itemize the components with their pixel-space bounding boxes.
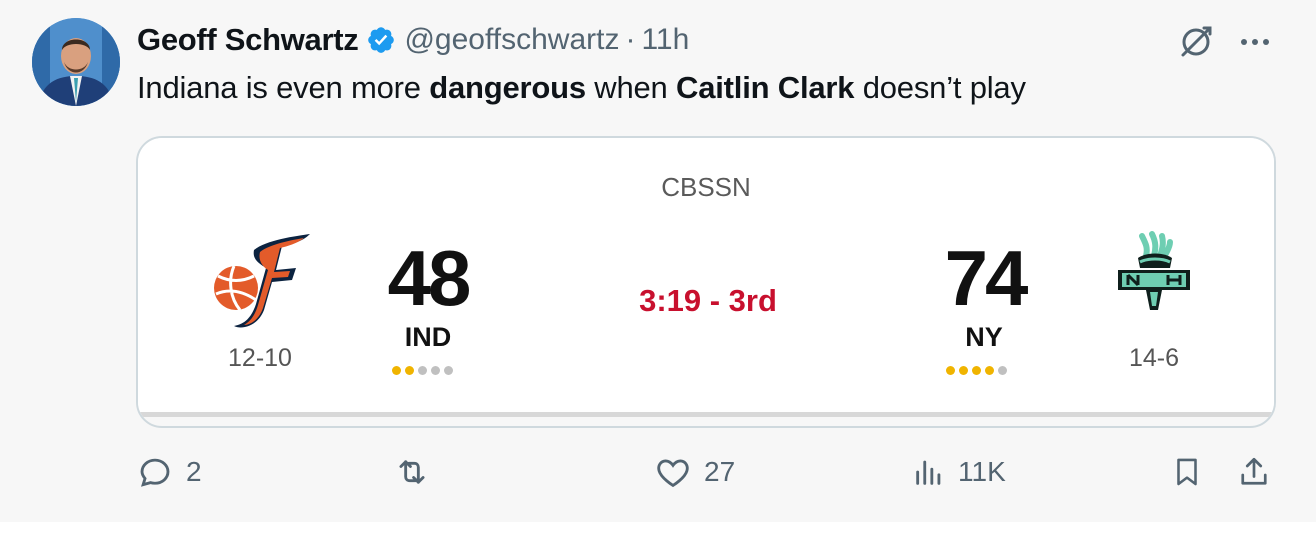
tweet-text-segment: doesn’t play <box>854 70 1026 105</box>
timeout-dot <box>392 366 401 375</box>
network-label: CBSSN <box>661 172 751 202</box>
home-timeouts <box>392 366 453 375</box>
scoreboard: CBSSN 12-10 48 IND 3:19 - 3rd 74 NY 14-6 <box>138 138 1274 417</box>
timeout-dot <box>959 366 968 375</box>
away-team-score: 74 <box>944 234 1029 322</box>
share-button[interactable] <box>1236 452 1272 492</box>
more-icon[interactable] <box>1238 28 1272 56</box>
verified-badge-icon <box>366 25 396 55</box>
reply-icon <box>140 458 170 487</box>
game-clock: 3:19 - 3rd <box>639 283 777 318</box>
timeout-dot <box>985 366 994 375</box>
tweet-text-bold: Caitlin Clark <box>676 70 855 105</box>
timestamp[interactable]: 11h <box>641 23 689 57</box>
scoreboard-card[interactable]: CBSSN 12-10 48 IND 3:19 - 3rd 74 NY 14-6 <box>136 136 1276 428</box>
avatar[interactable] <box>32 18 120 106</box>
reply-count: 2 <box>186 456 202 487</box>
bookmark-icon <box>1177 458 1197 486</box>
author-handle[interactable]: @geoffschwartz <box>404 23 619 57</box>
home-team-record: 12-10 <box>228 344 292 372</box>
heart-icon <box>657 459 689 488</box>
retweet-icon <box>399 460 425 484</box>
home-team-score: 48 <box>387 234 472 322</box>
views-count: 11K <box>958 456 1006 487</box>
author-name[interactable]: Geoff Schwartz <box>137 22 359 58</box>
away-team-abbr: NY <box>965 322 1003 352</box>
views-button[interactable]: 11K <box>912 452 1006 492</box>
away-team-record: 14-6 <box>1128 344 1180 372</box>
timeout-dot <box>946 366 955 375</box>
separator-dot: · <box>625 23 636 56</box>
bookmark-button[interactable] <box>1170 452 1204 492</box>
timeout-dot <box>405 366 414 375</box>
indiana-fever-logo <box>206 230 318 334</box>
tweet-text: Indiana is even more dangerous when Cait… <box>137 66 1026 110</box>
timeout-dot <box>418 366 427 375</box>
timeout-dot <box>444 366 453 375</box>
like-count: 27 <box>704 456 736 487</box>
retweet-button[interactable] <box>392 452 444 492</box>
home-team-abbr: IND <box>404 322 452 352</box>
share-icon <box>1241 457 1267 485</box>
timeout-dot <box>431 366 440 375</box>
bottom-divider <box>0 522 1316 534</box>
tweet-text-segment: Indiana is even more <box>137 70 430 105</box>
new-york-liberty-logo <box>1112 230 1196 314</box>
reply-button[interactable]: 2 <box>136 452 202 492</box>
tweet-text-bold: dangerous <box>429 70 586 105</box>
like-button[interactable]: 27 <box>654 452 735 492</box>
tweet-text-segment: when <box>585 70 677 105</box>
views-icon <box>916 460 941 485</box>
grok-icon[interactable] <box>1176 22 1216 62</box>
tweet[interactable]: Geoff Schwartz @geoffschwartz · 11h Indi… <box>0 0 1316 522</box>
timeout-dot <box>998 366 1007 375</box>
away-timeouts <box>946 366 1007 375</box>
tweet-header: Geoff Schwartz @geoffschwartz · 11h <box>137 20 689 60</box>
timeout-dot <box>972 366 981 375</box>
